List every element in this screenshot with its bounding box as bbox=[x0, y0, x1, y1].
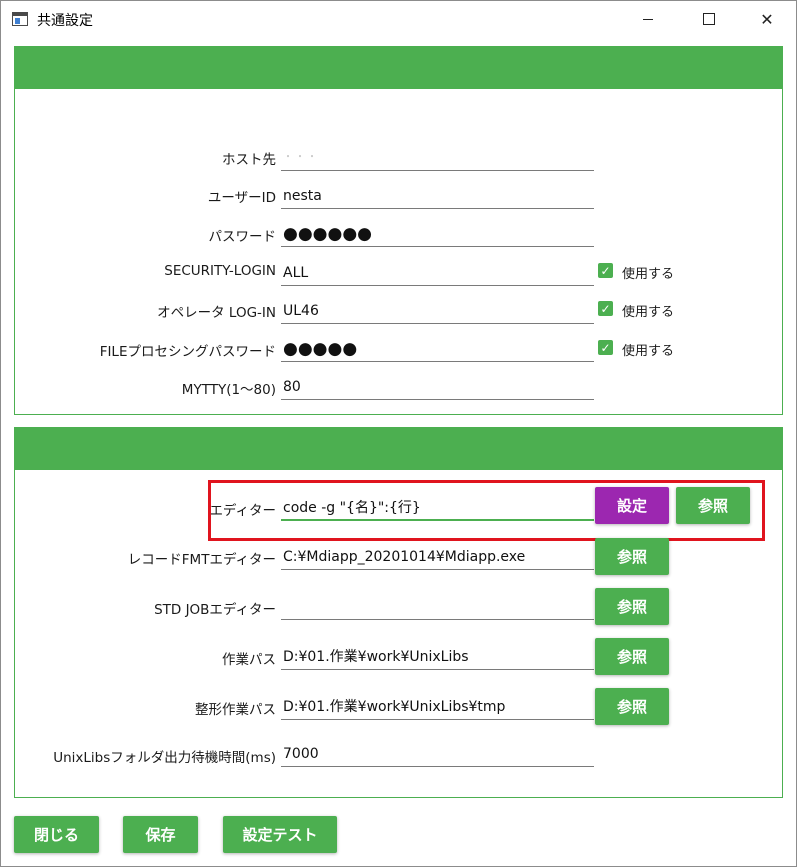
host-input[interactable]: ・・・ bbox=[281, 147, 594, 171]
operator-login-checkbox[interactable]: ✓ bbox=[598, 301, 613, 316]
std-job-editor-label: STD JOBエディター bbox=[154, 602, 276, 618]
work-path-label: 作業パス bbox=[222, 652, 276, 668]
file-password-check-label: 使用する bbox=[622, 344, 675, 359]
work-path-ref-button[interactable]: 参照 bbox=[595, 638, 669, 675]
checkmark-icon: ✓ bbox=[600, 340, 611, 355]
app-icon bbox=[12, 12, 28, 26]
maximize-button[interactable] bbox=[686, 1, 732, 37]
std-job-ref-button[interactable]: 参照 bbox=[595, 588, 669, 625]
close-icon: ✕ bbox=[760, 9, 774, 29]
window-title: 共通設定 bbox=[37, 13, 93, 29]
password-label: パスワード bbox=[208, 229, 277, 245]
operator-login-label: オペレータ LOG-IN bbox=[157, 305, 276, 321]
maximize-icon bbox=[703, 13, 715, 25]
operator-login-input[interactable]: UL46 bbox=[281, 300, 594, 324]
connection-panel-header bbox=[15, 47, 782, 89]
file-password-checkbox[interactable]: ✓ bbox=[598, 340, 613, 355]
format-path-input[interactable]: D:¥01.作業¥work¥UnixLibs¥tmp bbox=[281, 696, 594, 720]
password-input[interactable]: ●●●●●● bbox=[281, 223, 594, 247]
record-fmt-ref-button[interactable]: 参照 bbox=[595, 538, 669, 575]
file-password-input[interactable]: ●●●●● bbox=[281, 338, 594, 362]
title-bar: 共通設定 ✕ bbox=[1, 1, 796, 37]
mytty-label: MYTTY(1～80) bbox=[181, 382, 276, 398]
work-path-input[interactable]: D:¥01.作業¥work¥UnixLibs bbox=[281, 646, 594, 670]
mytty-input[interactable]: 80 bbox=[281, 376, 594, 400]
settings-test-button[interactable]: 設定テスト bbox=[223, 816, 337, 853]
editor-panel-header bbox=[15, 428, 782, 470]
security-login-input[interactable]: ALL bbox=[281, 262, 594, 286]
operator-login-check-label: 使用する bbox=[622, 305, 675, 320]
highlight-box bbox=[208, 480, 765, 541]
host-label: ホスト先 bbox=[222, 152, 276, 168]
security-login-label: SECURITY-LOGIN bbox=[164, 263, 276, 279]
format-path-ref-button[interactable]: 参照 bbox=[595, 688, 669, 725]
security-login-check-label: 使用する bbox=[622, 267, 675, 282]
minimize-button[interactable] bbox=[625, 1, 671, 37]
format-path-label: 整形作業パス bbox=[195, 702, 276, 718]
settings-window: 共通設定 ✕ ホスト先 ・・・ ユーザーID nesta パスワード ●●●●●… bbox=[0, 0, 797, 867]
user-id-label: ユーザーID bbox=[207, 190, 276, 206]
std-job-editor-input[interactable] bbox=[281, 596, 594, 620]
close-button[interactable]: 閉じる bbox=[14, 816, 99, 853]
record-fmt-editor-input[interactable]: C:¥Mdiapp_20201014¥Mdiapp.exe bbox=[281, 546, 594, 570]
close-window-button[interactable]: ✕ bbox=[744, 1, 790, 37]
checkmark-icon: ✓ bbox=[600, 263, 611, 278]
record-fmt-editor-label: レコードFMTエディター bbox=[127, 552, 276, 568]
minimize-icon bbox=[643, 18, 653, 20]
file-password-label: FILEプロセシングパスワード bbox=[99, 344, 276, 360]
checkmark-icon: ✓ bbox=[600, 301, 611, 316]
wait-time-label: UnixLibsフォルダ出力待機時間(ms) bbox=[53, 750, 276, 766]
user-id-input[interactable]: nesta bbox=[281, 185, 594, 209]
save-button[interactable]: 保存 bbox=[123, 816, 198, 853]
wait-time-input[interactable]: 7000 bbox=[281, 743, 594, 767]
security-login-checkbox[interactable]: ✓ bbox=[598, 263, 613, 278]
